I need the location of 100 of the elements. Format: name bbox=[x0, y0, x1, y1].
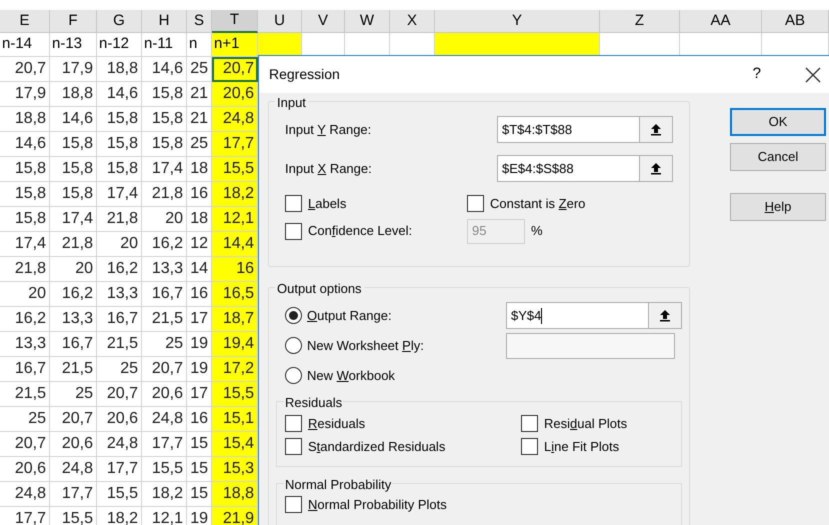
table-cell: 15,8 bbox=[50, 182, 97, 207]
table-cell: 18,8 bbox=[212, 482, 258, 507]
range-field[interactable]: $T$4:$T$88 bbox=[497, 116, 673, 143]
table-cell: 24,8 bbox=[142, 407, 187, 432]
checkbox[interactable] bbox=[521, 438, 538, 455]
table-cell: 21,5 bbox=[142, 307, 187, 332]
table-cell: 15,3 bbox=[212, 457, 258, 482]
table-cell: 25 bbox=[142, 332, 187, 357]
column-header[interactable]: T bbox=[212, 10, 258, 33]
table-cell: 16 bbox=[187, 407, 212, 432]
table-cell: 18,2 bbox=[212, 182, 258, 207]
header-cell: n-14 bbox=[0, 33, 50, 57]
table-cell: 16,7 bbox=[142, 282, 187, 307]
table-cell: 17,2 bbox=[212, 357, 258, 382]
table-cell: 16,5 bbox=[212, 282, 258, 307]
table-cell: 16,2 bbox=[0, 307, 50, 332]
table-cell: 15 bbox=[187, 432, 212, 457]
table-cell: 13,3 bbox=[142, 257, 187, 282]
dialog-button[interactable]: Help bbox=[730, 193, 826, 221]
checkbox[interactable] bbox=[521, 415, 538, 432]
unit-label: % bbox=[531, 222, 543, 240]
option-label: New Worksheet Ply: bbox=[307, 336, 424, 355]
range-value: $Y$4 bbox=[511, 306, 542, 325]
column-header[interactable]: E bbox=[0, 10, 50, 33]
option-label: Line Fit Plots bbox=[544, 438, 620, 456]
table-cell: 16,7 bbox=[0, 357, 50, 382]
header-cell: n-13 bbox=[50, 33, 97, 57]
column-header[interactable]: H bbox=[142, 10, 187, 33]
radio-button[interactable] bbox=[285, 337, 302, 354]
table-cell: 17,7 bbox=[142, 432, 187, 457]
table-cell: 17,4 bbox=[0, 232, 50, 257]
header-cell: n-11 bbox=[142, 33, 187, 57]
column-header[interactable]: AB bbox=[762, 10, 829, 33]
table-cell: 21,8 bbox=[97, 207, 142, 232]
close-icon[interactable] bbox=[805, 66, 821, 82]
table-cell: 20 bbox=[97, 232, 142, 257]
window-title: Regression bbox=[269, 65, 341, 84]
table-cell: 15,8 bbox=[50, 132, 97, 157]
table-cell: 16,2 bbox=[97, 257, 142, 282]
table-cell: 15,8 bbox=[142, 107, 187, 132]
column-header[interactable]: V bbox=[302, 10, 345, 33]
table-cell: 15,1 bbox=[212, 407, 258, 432]
table-cell: 13,3 bbox=[0, 332, 50, 357]
dialog-button[interactable]: OK bbox=[730, 108, 826, 136]
column-header[interactable]: W bbox=[345, 10, 390, 33]
collapse-button[interactable] bbox=[639, 156, 672, 181]
radio-button[interactable] bbox=[285, 307, 302, 324]
table-cell: 21 bbox=[187, 82, 212, 107]
column-header[interactable]: U bbox=[258, 10, 302, 33]
table-cell: 15,8 bbox=[0, 157, 50, 182]
table-cell: 21,8 bbox=[0, 257, 50, 282]
field-label: Input X Range: bbox=[285, 160, 372, 178]
column-header[interactable]: F bbox=[50, 10, 97, 33]
checkbox[interactable] bbox=[467, 195, 484, 212]
table-cell: 20,7 bbox=[97, 382, 142, 407]
table-cell: 15,8 bbox=[97, 157, 142, 182]
collapse-button[interactable] bbox=[639, 117, 672, 142]
table-cell: 17,4 bbox=[97, 182, 142, 207]
checkbox[interactable] bbox=[285, 415, 302, 432]
checkbox[interactable] bbox=[285, 496, 302, 514]
table-cell: 16,2 bbox=[50, 282, 97, 307]
option-label: Standardized Residuals bbox=[308, 438, 446, 456]
column-header[interactable]: Y bbox=[435, 10, 600, 33]
checkbox[interactable] bbox=[285, 195, 302, 212]
table-cell: 24,8 bbox=[97, 432, 142, 457]
table-cell: 20,7 bbox=[0, 432, 50, 457]
help-button[interactable]: ? bbox=[752, 63, 761, 86]
column-header[interactable]: S bbox=[187, 10, 212, 33]
table-cell: 20,7 bbox=[212, 57, 258, 82]
checkbox[interactable] bbox=[285, 438, 302, 455]
table-cell: 17,4 bbox=[50, 207, 97, 232]
range-field[interactable] bbox=[506, 332, 675, 358]
dialog-button[interactable]: Cancel bbox=[730, 143, 826, 171]
table-cell: 20,6 bbox=[97, 407, 142, 432]
table-cell: 17,9 bbox=[0, 82, 50, 107]
table-cell: 21,8 bbox=[50, 232, 97, 257]
table-cell: 14,6 bbox=[0, 132, 50, 157]
column-header[interactable]: AA bbox=[680, 10, 762, 33]
table-cell: 20,7 bbox=[142, 357, 187, 382]
option-label: Labels bbox=[308, 195, 346, 213]
table-cell: 14 bbox=[187, 257, 212, 282]
header-cell: n+1 bbox=[212, 33, 258, 57]
table-cell: 15,8 bbox=[0, 207, 50, 232]
collapse-button[interactable] bbox=[648, 303, 681, 328]
table-cell: 16 bbox=[187, 182, 212, 207]
table-cell: 24,8 bbox=[0, 482, 50, 507]
table-cell: 20,6 bbox=[212, 82, 258, 107]
table-cell: 25 bbox=[97, 357, 142, 382]
range-value: $T$4:$T$88 bbox=[502, 120, 572, 139]
column-header[interactable]: X bbox=[390, 10, 435, 33]
table-cell: 14,4 bbox=[212, 232, 258, 257]
range-field[interactable]: $E$4:$S$88 bbox=[497, 155, 673, 182]
table-cell: 20,6 bbox=[50, 432, 97, 457]
table-cell: 20,7 bbox=[0, 57, 50, 82]
column-header[interactable]: Z bbox=[600, 10, 680, 33]
column-header[interactable]: G bbox=[97, 10, 142, 33]
table-cell: 15,8 bbox=[97, 132, 142, 157]
range-field[interactable]: $Y$4 bbox=[506, 302, 682, 329]
table-cell: 18,2 bbox=[142, 482, 187, 507]
radio-button[interactable] bbox=[285, 367, 302, 384]
